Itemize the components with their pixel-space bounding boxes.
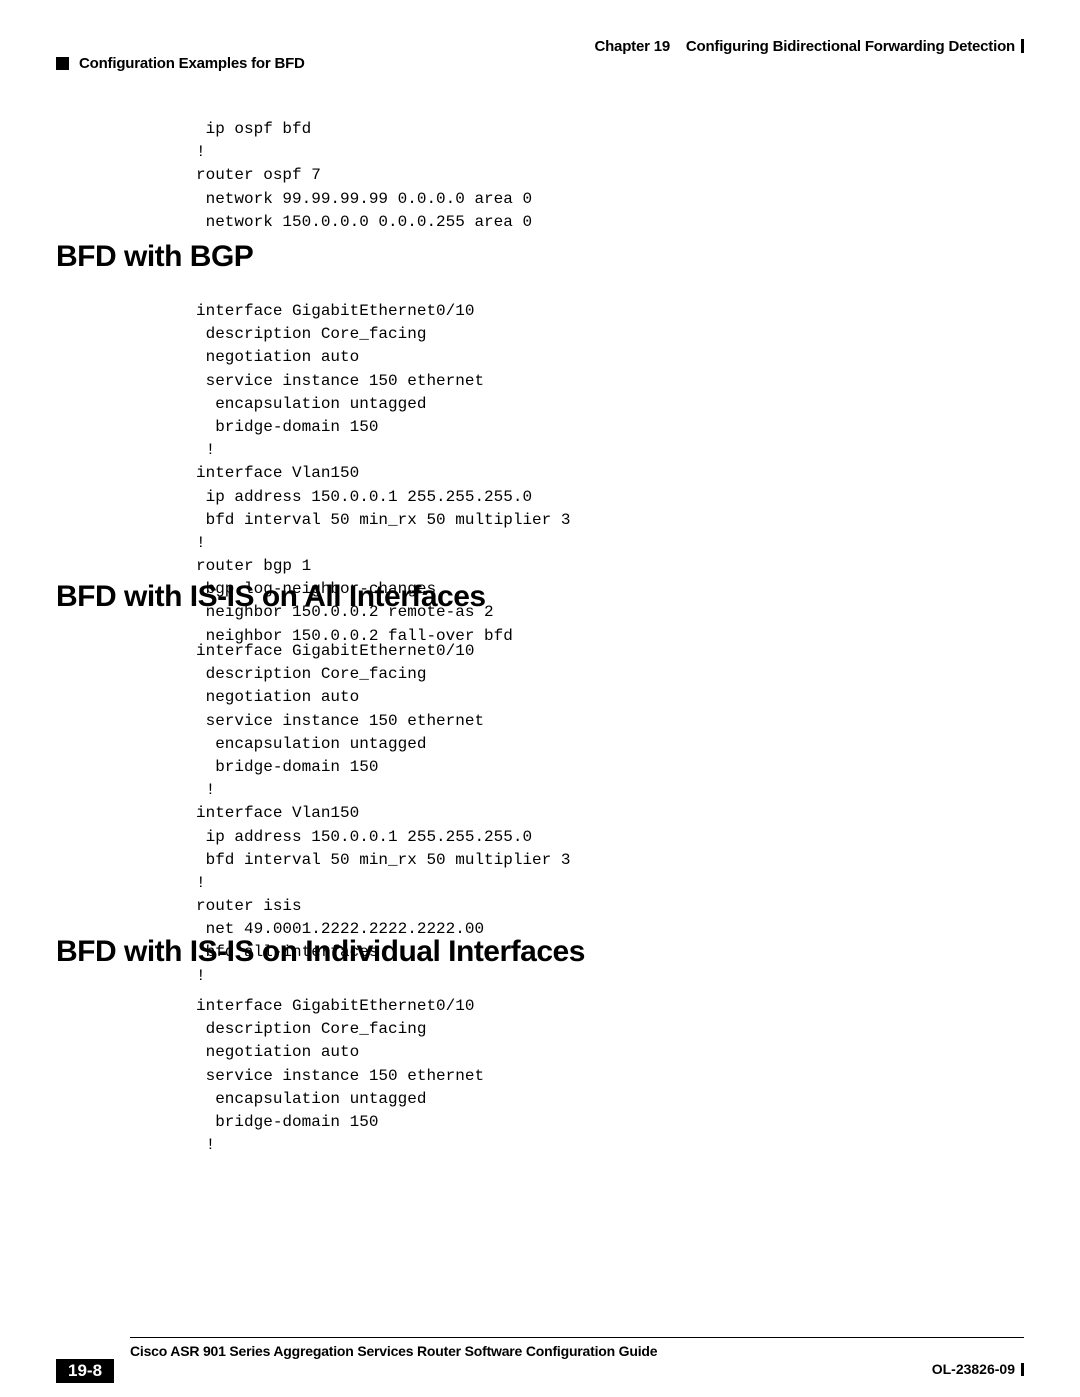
chapter-title: Configuring Bidirectional Forwarding Det… [686, 38, 1015, 55]
heading-bfd-isis-all: BFD with IS-IS on All Interfaces [56, 580, 1024, 614]
code-block-isis-individual: interface GigabitEthernet0/10 descriptio… [196, 995, 1024, 1157]
heading-bfd-isis-individual: BFD with IS-IS on Individual Interfaces [56, 935, 1024, 969]
footer-doc-id: OL-23826-09 [932, 1361, 1024, 1377]
code-block-intro: ip ospf bfd ! router ospf 7 network 99.9… [196, 118, 1024, 234]
heading-bfd-bgp: BFD with BGP [56, 240, 1024, 274]
footer-guide-title: Cisco ASR 901 Series Aggregation Service… [130, 1343, 657, 1359]
running-header-left: Configuration Examples for BFD [56, 55, 305, 72]
running-header-right: Chapter 19 Configuring Bidirectional For… [594, 38, 1024, 55]
page-footer: Cisco ASR 901 Series Aggregation Service… [0, 1337, 1080, 1397]
header-bar-icon [1021, 39, 1024, 53]
page-number-badge: 19-8 [56, 1359, 114, 1383]
section-title: Configuration Examples for BFD [79, 55, 305, 72]
chapter-label: Chapter 19 [594, 38, 670, 55]
footer-rule-icon [130, 1337, 1024, 1338]
section-marker-icon [56, 57, 69, 70]
footer-bar-icon [1021, 1363, 1024, 1376]
doc-id-text: OL-23826-09 [932, 1361, 1015, 1377]
